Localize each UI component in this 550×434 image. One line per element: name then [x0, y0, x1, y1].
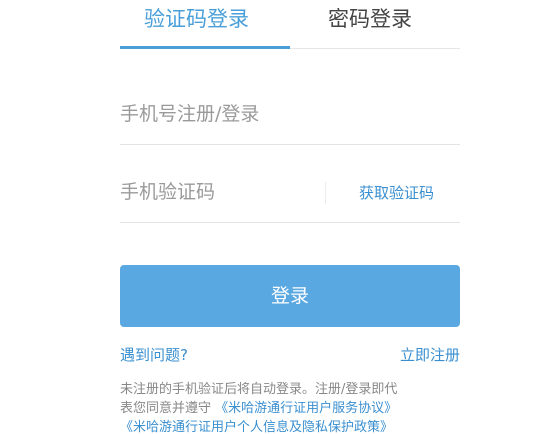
service-agreement-link[interactable]: 《米哈游通行证用户服务协议》	[215, 401, 397, 416]
sms-code-field[interactable]: 手机验证码 获取验证码	[120, 166, 460, 223]
register-link[interactable]: 立即注册	[400, 343, 460, 367]
phone-input-placeholder[interactable]: 手机号注册/登录	[120, 100, 259, 128]
field-divider	[325, 182, 326, 204]
terms-text-line1: 未注册的手机验证后将自动登录。注册/登录即代	[120, 382, 398, 397]
terms-notice: 未注册的手机验证后将自动登录。注册/登录即代 表您同意并遵守 《米哈游通行证用户…	[120, 380, 465, 434]
login-tabs: 验证码登录 密码登录	[120, 0, 460, 50]
active-tab-indicator	[120, 46, 290, 49]
terms-text-prefix: 表您同意并遵守	[120, 401, 216, 416]
terms-text-line3: 《米哈游通行证用户个人信息及隐私保护政策》	[120, 418, 465, 434]
login-button[interactable]: 登录	[120, 265, 460, 327]
terms-text-line2: 表您同意并遵守 《米哈游通行证用户服务协议》	[120, 399, 465, 418]
tab-sms-login[interactable]: 验证码登录	[144, 4, 249, 34]
privacy-policy-link[interactable]: 《米哈游通行证用户个人信息及隐私保护政策》	[120, 420, 393, 434]
help-link[interactable]: 遇到问题?	[120, 343, 188, 367]
sms-code-input-placeholder[interactable]: 手机验证码	[120, 178, 215, 206]
get-code-button[interactable]: 获取验证码	[359, 181, 434, 205]
phone-field[interactable]: 手机号注册/登录	[120, 88, 460, 145]
login-page: 验证码登录 密码登录 手机号注册/登录 手机验证码 获取验证码 登录 遇到问题?…	[0, 0, 550, 434]
tab-password-login[interactable]: 密码登录	[328, 4, 412, 34]
tabs-divider	[290, 48, 460, 49]
